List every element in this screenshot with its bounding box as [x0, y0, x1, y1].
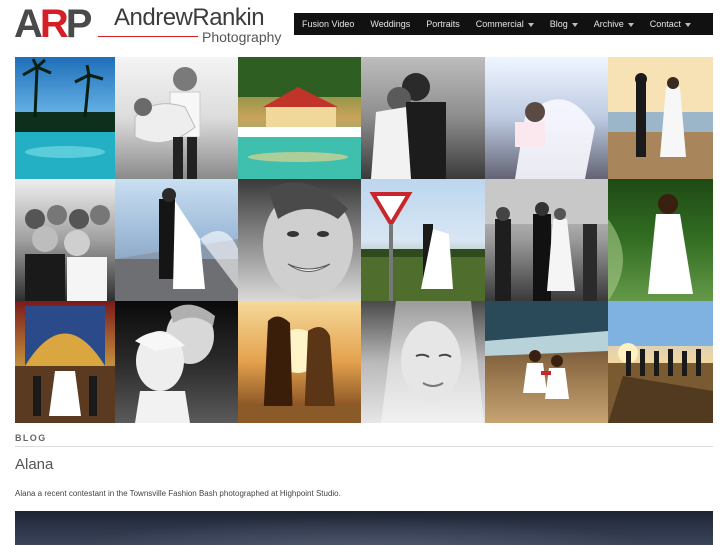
photo-image [361, 57, 485, 179]
nav-item-commercial[interactable]: Commercial [468, 13, 542, 35]
photo-image [238, 179, 361, 301]
nav-item-blog[interactable]: Blog [542, 13, 586, 35]
logo-subtitle: Photography [202, 29, 282, 45]
nav-item-contact[interactable]: Contact [642, 13, 699, 35]
logo-mark: ARP [14, 2, 92, 46]
photo-image [238, 57, 361, 179]
chevron-down-icon [627, 22, 634, 27]
photo-image [485, 301, 608, 423]
photo-image [485, 57, 608, 179]
nav-item-fusion-video[interactable]: Fusion Video [294, 13, 362, 35]
photo-image [115, 57, 238, 179]
gallery-photo[interactable] [238, 301, 361, 423]
gallery-photo[interactable] [485, 179, 608, 301]
blog-section-label: BLOG [15, 433, 47, 443]
chevron-down-icon [684, 22, 691, 27]
site-logo[interactable]: ARP AndrewRankin Photography [14, 2, 281, 46]
photo-image [608, 57, 713, 179]
gallery-photo[interactable] [361, 301, 485, 423]
photo-image [361, 179, 485, 301]
post-featured-image[interactable] [15, 511, 713, 545]
main-nav: Fusion Video Weddings Portraits Commerci… [294, 13, 713, 35]
photo-image [15, 179, 115, 301]
gallery-photo[interactable] [485, 301, 608, 423]
photo-image [485, 179, 608, 301]
photo-image [361, 301, 485, 423]
gallery-photo[interactable] [115, 57, 238, 179]
chevron-down-icon [527, 22, 534, 27]
divider [15, 446, 713, 447]
nav-item-archive[interactable]: Archive [586, 13, 642, 35]
gallery-photo[interactable] [361, 179, 485, 301]
gallery-photo[interactable] [238, 57, 361, 179]
photo-image [15, 57, 115, 179]
post-title-link[interactable]: Alana [15, 456, 53, 473]
logo-rule [98, 36, 198, 37]
post-excerpt: Alana a recent contestant in the Townsvi… [15, 489, 341, 498]
gallery-photo[interactable] [361, 57, 485, 179]
gallery-photo[interactable] [485, 57, 608, 179]
gallery-photo[interactable] [15, 301, 115, 423]
gallery-photo[interactable] [15, 179, 115, 301]
gallery-photo[interactable] [115, 179, 238, 301]
photo-image [238, 301, 361, 423]
photo-image [115, 179, 238, 301]
photo-gallery [15, 57, 713, 423]
photo-image [115, 301, 238, 423]
gallery-photo[interactable] [608, 57, 713, 179]
photo-image [15, 301, 115, 423]
nav-item-portraits[interactable]: Portraits [418, 13, 468, 35]
gallery-photo[interactable] [115, 301, 238, 423]
gallery-photo[interactable] [608, 301, 713, 423]
site-header: ARP AndrewRankin Photography Fusion Vide… [0, 0, 727, 48]
gallery-photo[interactable] [15, 57, 115, 179]
nav-item-weddings[interactable]: Weddings [362, 13, 418, 35]
chevron-down-icon [571, 22, 578, 27]
photo-image [608, 301, 713, 423]
gallery-photo[interactable] [238, 179, 361, 301]
gallery-photo[interactable] [608, 179, 713, 301]
photo-image [608, 179, 713, 301]
